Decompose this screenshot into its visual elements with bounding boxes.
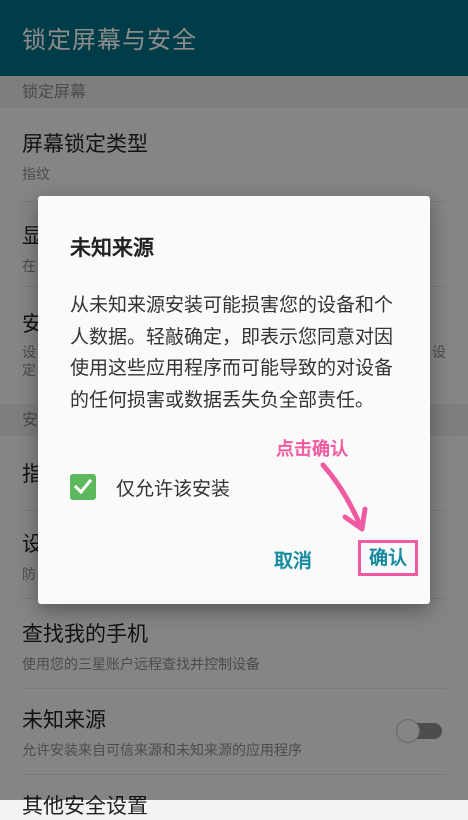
annotation-arrow-icon xyxy=(320,462,368,532)
allow-once-checkbox-row[interactable]: 仅允许该安装 xyxy=(70,472,230,502)
checkbox-label: 仅允许该安装 xyxy=(116,477,231,500)
unknown-sources-dialog: 未知来源 从未知来源安装可能损害您的设备和个人数据。轻敲确定，即表示您同意对因使… xyxy=(38,196,430,604)
allow-once-checkbox[interactable] xyxy=(70,474,96,500)
confirm-button[interactable]: 确认 xyxy=(358,540,418,576)
dialog-message: 从未知来源安装可能损害您的设备和个人数据。轻敲确定，即表示您同意对因使用这些应用… xyxy=(70,294,394,411)
checkmark-icon xyxy=(73,478,93,495)
cancel-button[interactable]: 取消 xyxy=(274,546,312,573)
dialog-title: 未知来源 xyxy=(70,236,154,260)
